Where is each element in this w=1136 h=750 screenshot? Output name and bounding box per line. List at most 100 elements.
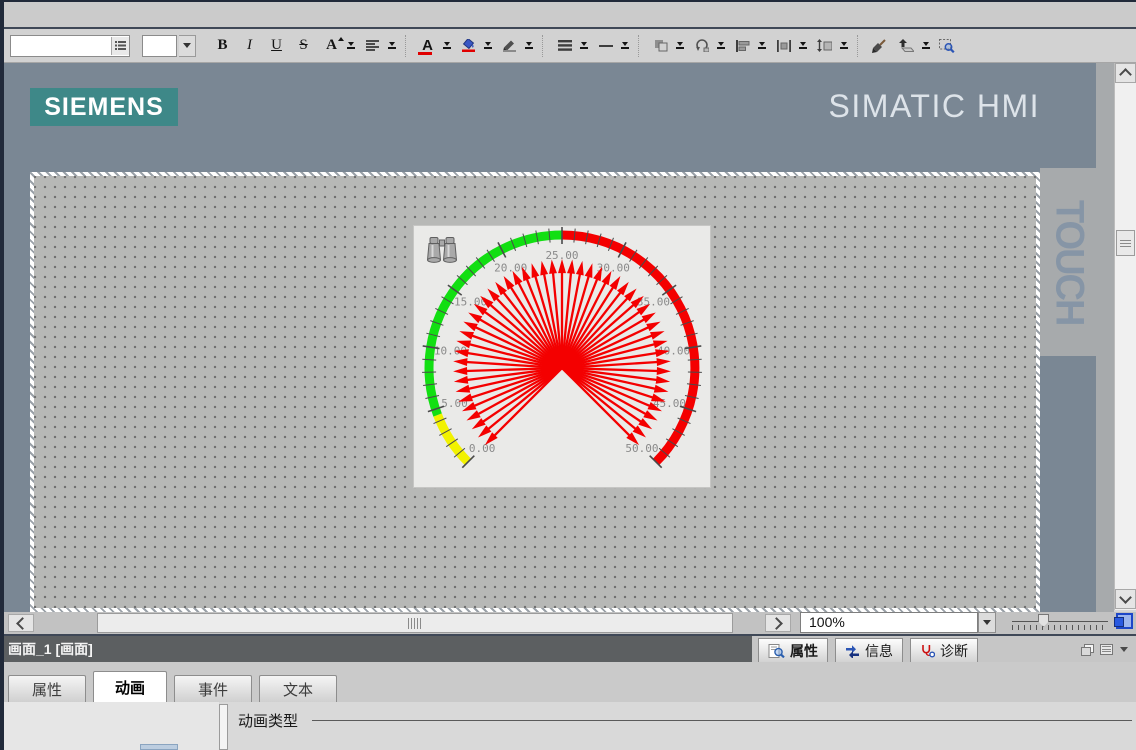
font-size-dropdown[interactable] <box>179 35 196 57</box>
format-painter-button[interactable] <box>866 35 891 57</box>
text-align-button[interactable] <box>360 35 385 57</box>
zoom-area-icon <box>939 39 955 53</box>
zoom-slider[interactable] <box>1012 614 1108 632</box>
fill-color-button[interactable] <box>456 35 481 57</box>
move-to-layer-button[interactable] <box>894 35 919 57</box>
float-panel-icon[interactable] <box>1081 644 1093 655</box>
border-color-dropdown-arrow[interactable] <box>523 39 534 52</box>
align-objects-dropdown-arrow[interactable] <box>756 39 767 52</box>
screen-canvas[interactable]: 0.005.0010.0015.0020.0025.0030.0035.0040… <box>34 176 1036 608</box>
zoom-selection-button[interactable] <box>934 35 959 57</box>
collapse-panel-icon[interactable] <box>1120 647 1128 652</box>
inspector-titlebar: 画面_1 [画面] 属性 信息 诊断 <box>0 636 1136 662</box>
vertical-scrollbar[interactable] <box>1114 63 1136 610</box>
text-align-dropdown-arrow[interactable] <box>386 39 397 52</box>
align-objects-button[interactable] <box>730 35 755 57</box>
distribute-objects-icon <box>777 40 791 52</box>
layer-up-arrow-icon <box>899 39 914 52</box>
panel-list-icon[interactable] <box>1100 644 1113 655</box>
rotate-icon <box>695 39 709 52</box>
window-left-edge <box>0 0 4 750</box>
brush-icon <box>872 39 886 53</box>
fit-to-window-button[interactable] <box>1114 611 1135 631</box>
slider-track <box>1012 621 1108 622</box>
partial-tree-item[interactable] <box>140 744 178 750</box>
chevron-left-icon <box>16 617 29 630</box>
inspector-content: 动画类型 <box>0 702 1136 750</box>
style-combo-input[interactable] <box>10 35 130 57</box>
caret-up-icon <box>338 37 344 41</box>
svg-text:50.00: 50.00 <box>625 442 658 455</box>
font-size-combo[interactable] <box>142 35 177 57</box>
move-to-layer-dropdown-arrow[interactable] <box>920 39 931 52</box>
list-icon <box>115 41 126 50</box>
animation-tree-pane[interactable] <box>4 702 219 750</box>
distribute-dropdown-arrow[interactable] <box>797 39 808 52</box>
arrange-objects-icon <box>654 39 668 52</box>
chevron-down-icon <box>183 43 191 48</box>
resize-dropdown-arrow[interactable] <box>838 39 849 52</box>
line-weight-dropdown-arrow[interactable] <box>619 39 630 52</box>
scroll-right-button[interactable] <box>765 614 791 632</box>
format-toolbar: B I U S A A <box>0 29 1136 63</box>
section-header: 动画类型 <box>238 710 1132 731</box>
paint-bucket-icon <box>461 39 476 52</box>
fill-color-dropdown-arrow[interactable] <box>482 39 493 52</box>
line-weight-button[interactable] <box>593 35 618 57</box>
inspector-tab-label: 诊断 <box>940 641 968 661</box>
zoom-level-dropdown[interactable] <box>978 612 996 633</box>
tab-properties[interactable]: 属性 <box>8 675 86 702</box>
font-color-button[interactable]: A <box>415 35 440 57</box>
inspector-tab-properties[interactable]: 属性 <box>758 638 828 662</box>
inspector-tab-info[interactable]: 信息 <box>835 638 903 662</box>
diagnostics-stethoscope-icon <box>920 644 935 658</box>
inspector-tabs: 属性 动画 事件 文本 <box>8 671 337 702</box>
font-size-dropdown-arrow[interactable] <box>345 39 356 52</box>
rotate-dropdown-arrow[interactable] <box>715 39 726 52</box>
tab-animation[interactable]: 动画 <box>93 671 167 702</box>
inspector-tab-label: 属性 <box>790 641 818 661</box>
underline-button[interactable]: U <box>264 35 289 57</box>
toolbar-separator <box>542 35 544 57</box>
style-list-button[interactable] <box>111 37 129 55</box>
tab-events[interactable]: 事件 <box>174 675 252 702</box>
pen-icon <box>502 39 517 52</box>
inspector-title: 画面_1 [画面] <box>8 636 93 662</box>
line-style-dropdown-arrow[interactable] <box>578 39 589 52</box>
binoculars-icon <box>426 236 458 264</box>
bold-button[interactable]: B <box>210 35 235 57</box>
inspector-tab-diagnostics[interactable]: 诊断 <box>910 638 978 662</box>
align-lines-icon <box>366 40 379 51</box>
font-size-increase-button[interactable]: A <box>319 35 344 57</box>
italic-button[interactable]: I <box>237 35 262 57</box>
resize-objects-button[interactable] <box>812 35 837 57</box>
tab-text[interactable]: 文本 <box>259 675 337 702</box>
scroll-up-button[interactable] <box>1115 63 1136 83</box>
horizontal-scrollbar-thumb[interactable] <box>97 613 733 633</box>
slider-ticks <box>1012 625 1108 630</box>
strikethrough-button[interactable]: S <box>291 35 316 57</box>
font-color-dropdown-arrow[interactable] <box>441 39 452 52</box>
line-style-button[interactable] <box>552 35 577 57</box>
zoom-level-field[interactable]: 100% <box>800 612 978 633</box>
rotate-button[interactable] <box>689 35 714 57</box>
pane-splitter[interactable] <box>219 704 228 750</box>
svg-text:0.00: 0.00 <box>469 442 496 455</box>
empty-toolbar-strip <box>0 2 1136 27</box>
touch-label-strip: TOUCH <box>1040 168 1096 356</box>
siemens-logo: SIEMENS <box>30 88 178 126</box>
gauge-scale: 0.005.0010.0015.0020.0025.0030.0035.0040… <box>414 226 712 489</box>
panel-window-controls <box>1081 636 1136 662</box>
scroll-down-button[interactable] <box>1115 589 1136 609</box>
arrange-order-button[interactable] <box>648 35 673 57</box>
gauge-widget[interactable]: 0.005.0010.0015.0020.0025.0030.0035.0040… <box>413 225 711 488</box>
vertical-scrollbar-thumb[interactable] <box>1116 230 1135 256</box>
screen-boundary: 0.005.0010.0015.0020.0025.0030.0035.0040… <box>30 172 1040 612</box>
arrange-order-dropdown-arrow[interactable] <box>674 39 685 52</box>
scroll-left-button[interactable] <box>8 614 34 632</box>
color-bar <box>418 52 432 55</box>
distribute-button[interactable] <box>771 35 796 57</box>
section-rule <box>312 720 1132 721</box>
inspector-tabstrip: 属性 动画 事件 文本 <box>0 662 1136 702</box>
border-color-button[interactable] <box>497 35 522 57</box>
